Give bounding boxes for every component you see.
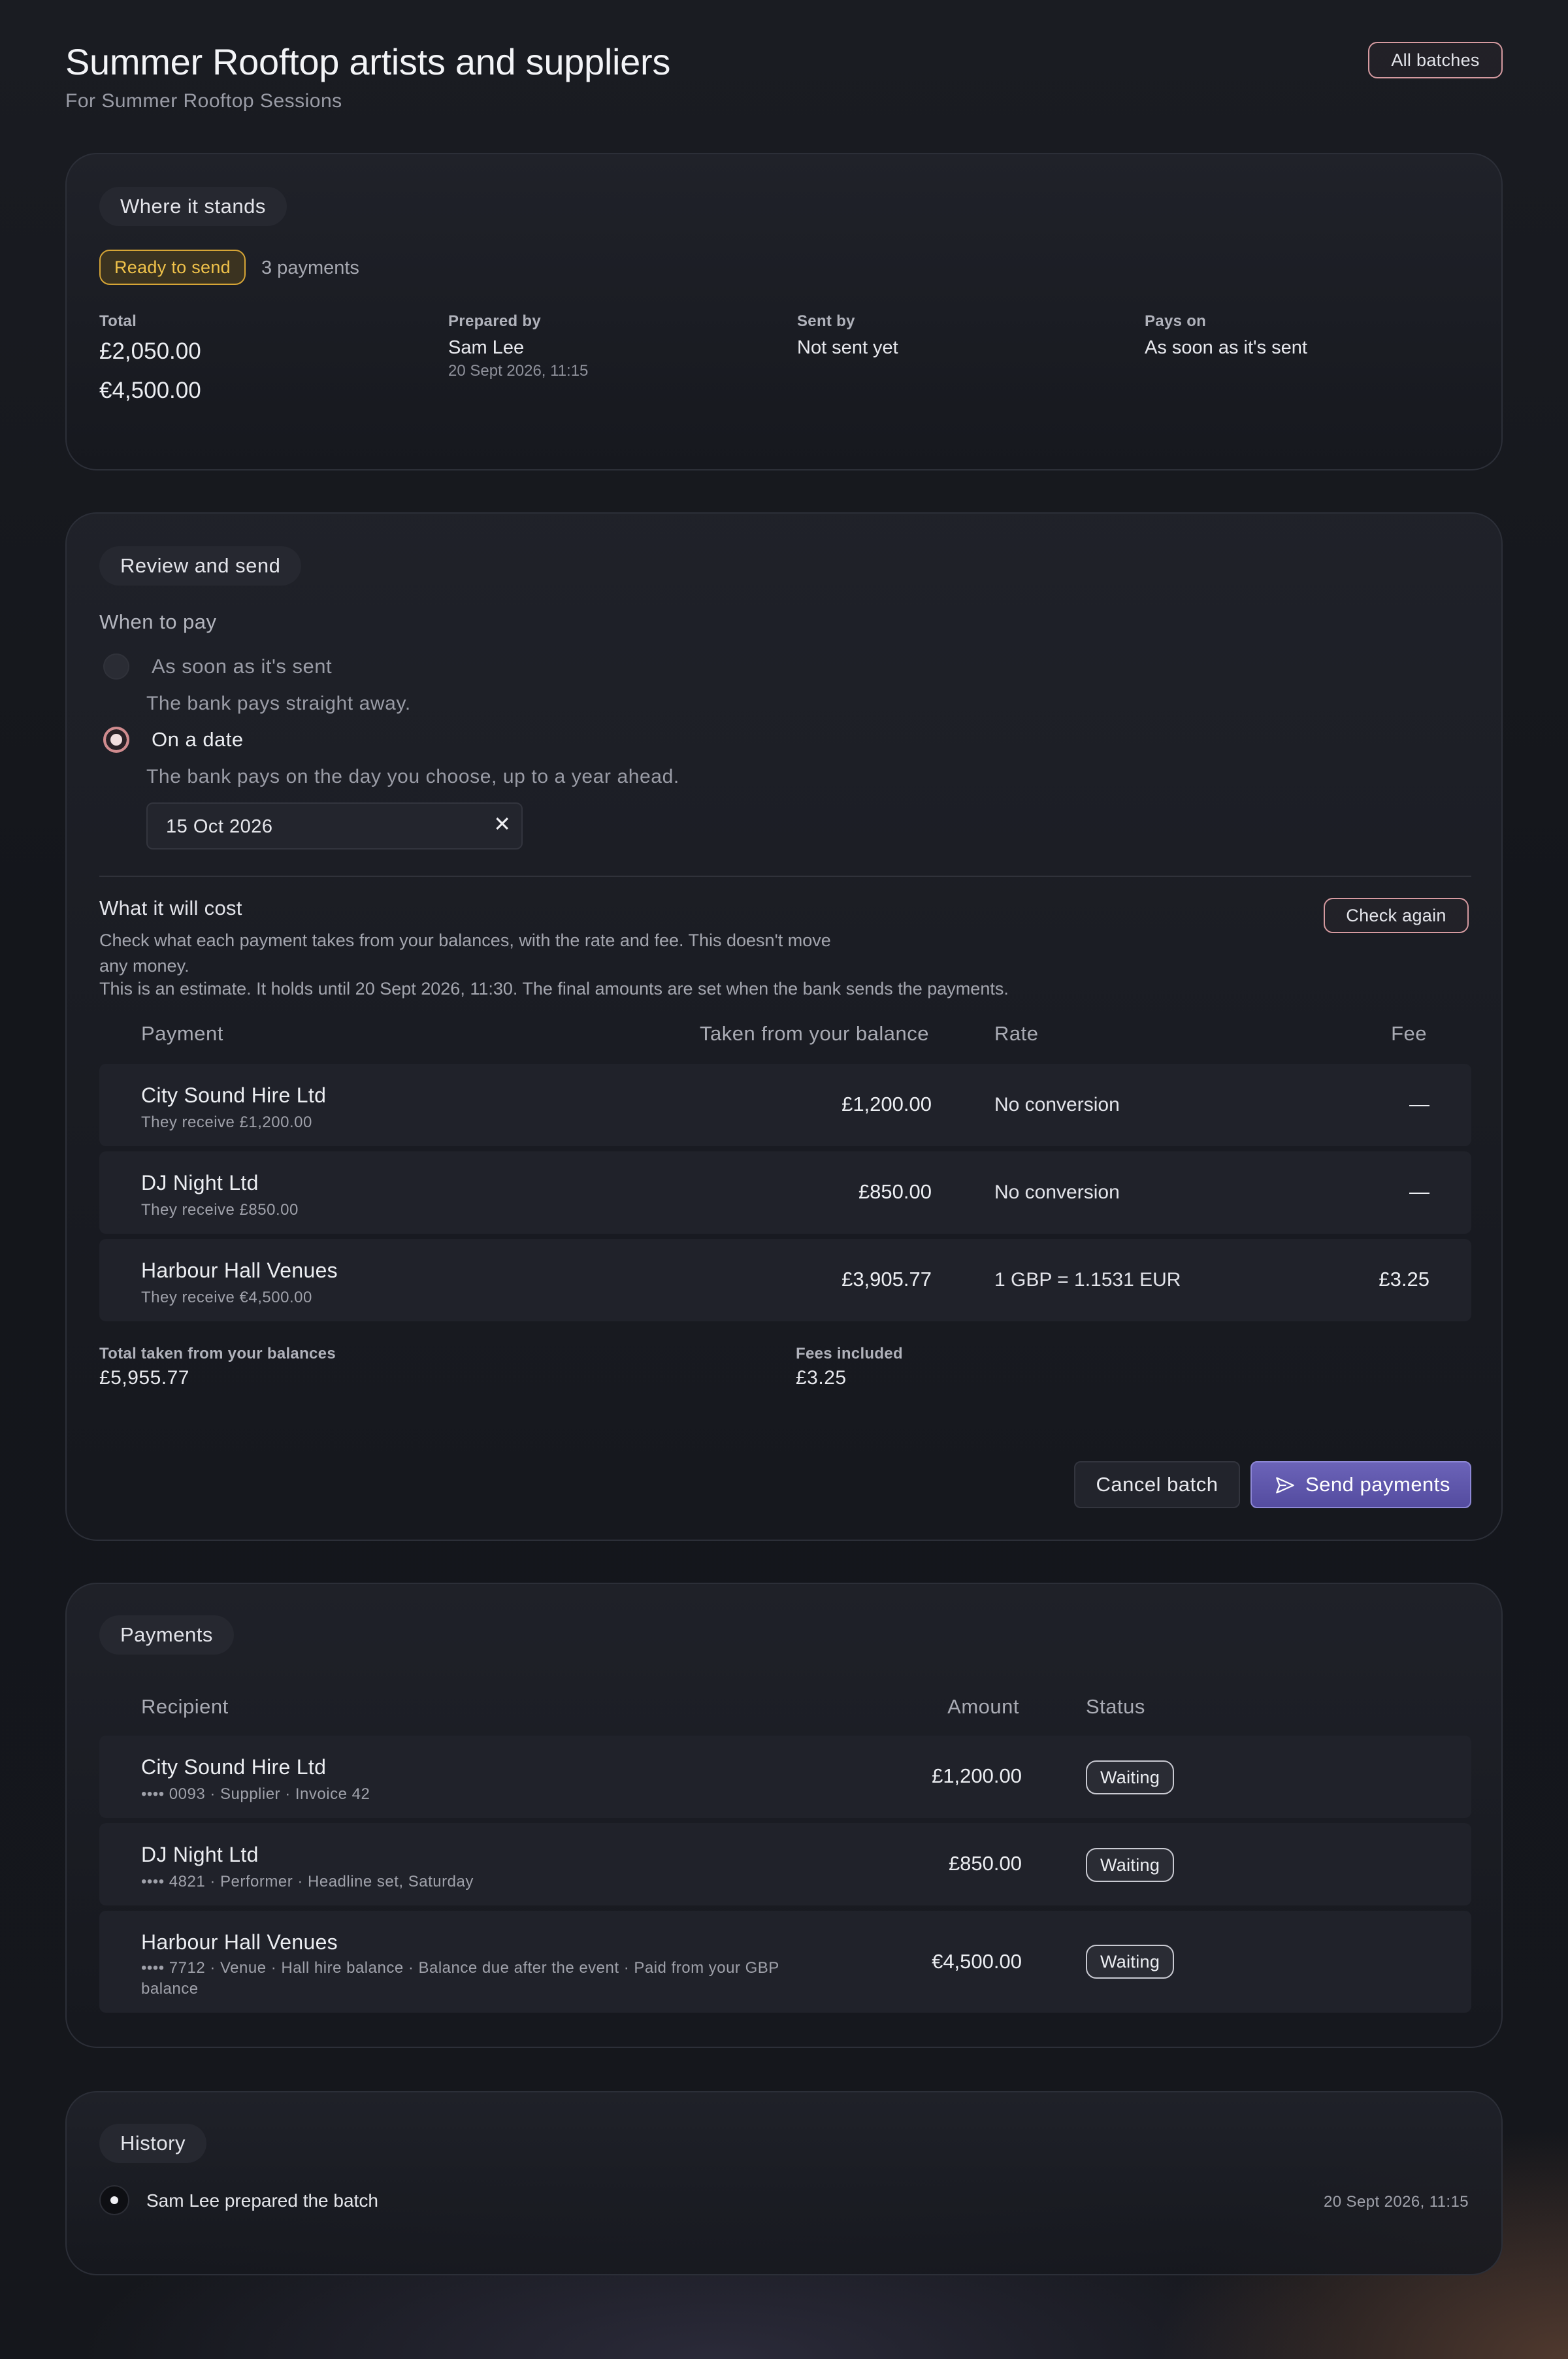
cost-row-fee: — [1409, 1180, 1429, 1203]
prepared-at: 20 Sept 2026, 11:15 [448, 362, 589, 380]
payment-row[interactable]: Harbour Hall Venues •••• 7712 · Venue · … [99, 1911, 1471, 2013]
page-title: Summer Rooftop artists and suppliers [65, 41, 671, 82]
cost-row-name: Harbour Hall Venues [141, 1259, 338, 1282]
page-subtitle: For Summer Rooftop Sessions [65, 90, 342, 112]
cost-description: Check what each payment takes from your … [99, 931, 831, 976]
cost-row-taken: £3,905.77 [841, 1268, 932, 1291]
status-heading: Where it stands [99, 187, 287, 226]
col-recipient: Recipient [141, 1695, 229, 1718]
page: Summer Rooftop artists and suppliers For… [65, 0, 1503, 2275]
cost-row-name: City Sound Hire Ltd [141, 1083, 327, 1107]
cost-estimate-note: This is an estimate. It holds until 20 S… [99, 979, 1009, 998]
pay-date-input[interactable]: 15 Oct 2026 ✕ [146, 802, 523, 850]
status-badge: Waiting [1086, 1945, 1175, 1979]
cost-row: Harbour Hall Venues They receive €4,500.… [99, 1239, 1471, 1321]
cost-title: What it will cost [99, 897, 242, 919]
all-batches-button[interactable]: All batches [1368, 42, 1503, 78]
send-payments-button[interactable]: Send payments [1250, 1461, 1471, 1508]
sent-by-value: Not sent yet [797, 337, 898, 358]
total-eur: €4,500.00 [99, 378, 201, 403]
status-card: Where it stands Ready to send 3 payments… [65, 153, 1503, 470]
cost-row-rate: No conversion [994, 1094, 1120, 1115]
total-taken-label: Total taken from your balances [99, 1345, 336, 1362]
col-amount: Amount [947, 1695, 1019, 1718]
payment-amount: £1,200.00 [932, 1764, 1022, 1787]
cost-row-fee: £3.25 [1379, 1268, 1429, 1291]
total-gbp: £2,050.00 [99, 338, 201, 364]
recipient-details: •••• 7712 · Venue · Hall hire balance · … [141, 1959, 779, 1998]
cost-row-fee: — [1409, 1093, 1429, 1115]
review-card: Review and send When to pay As soon as i… [65, 512, 1503, 1541]
check-again-button[interactable]: Check again [1324, 898, 1469, 933]
cost-row-rate: No conversion [994, 1181, 1120, 1203]
col-taken: Taken from your balance [700, 1022, 929, 1045]
fees-included-label: Fees included [796, 1345, 903, 1362]
recipient-name: Harbour Hall Venues [141, 1930, 338, 1954]
page-header: Summer Rooftop artists and suppliers For… [65, 0, 1503, 153]
sent-by-label: Sent by [797, 312, 855, 330]
clear-date-icon[interactable]: ✕ [493, 812, 511, 836]
payment-row[interactable]: City Sound Hire Ltd •••• 0093 · Supplier… [99, 1736, 1471, 1818]
cost-row-taken: £1,200.00 [841, 1093, 932, 1115]
history-entry-time: 20 Sept 2026, 11:15 [1323, 2193, 1469, 2211]
cost-row-name: DJ Night Ltd [141, 1171, 259, 1195]
total-label: Total [99, 312, 137, 330]
payment-amount: £850.00 [948, 1852, 1022, 1875]
status-badge: Waiting [1086, 1760, 1175, 1794]
recipient-name: DJ Night Ltd [141, 1843, 259, 1866]
send-payments-label: Send payments [1305, 1473, 1450, 1496]
radio-on-date-help: The bank pays on the day you choose, up … [146, 766, 679, 787]
radio-asap-help: The bank pays straight away. [146, 693, 411, 714]
col-rate: Rate [994, 1022, 1039, 1045]
col-status: Status [1086, 1695, 1145, 1718]
cancel-batch-button[interactable]: Cancel batch [1074, 1461, 1240, 1508]
review-heading: Review and send [99, 546, 302, 586]
cost-row-rate: 1 GBP = 1.1531 EUR [994, 1269, 1181, 1291]
status-badge: Ready to send [99, 250, 246, 285]
recipient-details: •••• 0093 · Supplier · Invoice 42 [141, 1785, 370, 1803]
cost-row-receive: They receive £850.00 [141, 1201, 299, 1219]
payment-count: 3 payments [261, 257, 359, 278]
radio-on-date[interactable] [103, 727, 129, 753]
col-payment: Payment [141, 1022, 223, 1045]
status-badge: Waiting [1086, 1848, 1175, 1882]
history-heading: History [99, 2124, 206, 2163]
send-icon [1276, 1477, 1294, 1494]
cost-row-receive: They receive £1,200.00 [141, 1114, 312, 1131]
cost-row-receive: They receive €4,500.00 [141, 1289, 312, 1306]
pay-date-value: 15 Oct 2026 [166, 816, 273, 837]
pays-on-label: Pays on [1145, 312, 1207, 330]
col-fee: Fee [1391, 1022, 1427, 1045]
fees-included-value: £3.25 [796, 1367, 847, 1389]
pays-on-value: As soon as it's sent [1145, 337, 1307, 358]
prepared-by-label: Prepared by [448, 312, 542, 330]
total-taken-value: £5,955.77 [99, 1367, 189, 1389]
cost-row-taken: £850.00 [858, 1180, 932, 1203]
recipient-details: •••• 4821 · Performer · Headline set, Sa… [141, 1873, 474, 1890]
radio-on-date-label[interactable]: On a date [152, 728, 244, 751]
cost-row: City Sound Hire Ltd They receive £1,200.… [99, 1064, 1471, 1146]
payments-heading: Payments [99, 1615, 234, 1655]
cost-row: DJ Night Ltd They receive £850.00 £850.0… [99, 1151, 1471, 1234]
recipient-name: City Sound Hire Ltd [141, 1755, 327, 1779]
payment-row[interactable]: DJ Night Ltd •••• 4821 · Performer · Hea… [99, 1823, 1471, 1905]
history-dot-icon [99, 2185, 129, 2215]
history-entry-text: Sam Lee prepared the batch [146, 2190, 378, 2211]
prepared-by-value: Sam Lee [448, 337, 525, 358]
history-card: History Sam Lee prepared the batch 20 Se… [65, 2091, 1503, 2275]
payment-amount: €4,500.00 [932, 1950, 1022, 1973]
radio-asap-label[interactable]: As soon as it's sent [152, 655, 332, 678]
radio-asap[interactable] [103, 653, 129, 680]
when-to-pay-label: When to pay [99, 610, 217, 633]
payments-card: Payments Recipient Amount Status City So… [65, 1583, 1503, 2048]
review-divider [99, 876, 1471, 877]
